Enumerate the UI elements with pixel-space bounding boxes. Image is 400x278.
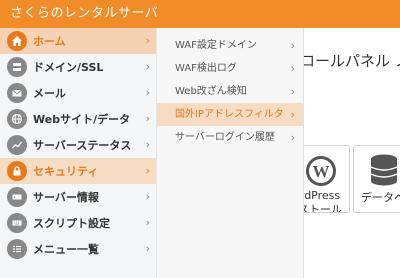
chevron-right-icon: ›: [290, 108, 295, 121]
wordpress-icon: W: [306, 156, 336, 186]
chevron-right-icon: ›: [145, 138, 150, 151]
tile-label-line1: データベ: [361, 191, 400, 204]
sidebar-item-domain-ssl[interactable]: ドメイン/SSL ›: [0, 54, 156, 80]
chevron-right-icon: ›: [145, 34, 150, 47]
submenu-item-waf-settings[interactable]: WAF設定ドメイン ›: [157, 34, 303, 57]
security-submenu: WAF設定ドメイン › WAF検出ログ › Web改ざん検知 › 国外IPアドレ…: [157, 28, 304, 278]
submenu-item-label: 国外IPアドレスフィルタ: [175, 109, 284, 120]
lock-icon: [7, 161, 27, 181]
sidebar-item-label: メニュー一覧: [33, 243, 99, 256]
submenu-item-login-history[interactable]: サーバーログイン履歴 ›: [157, 126, 303, 149]
submenu-item-foreign-ip-filter[interactable]: 国外IPアドレスフィルタ ›: [157, 103, 303, 126]
sidebar-item-home[interactable]: ホーム ›: [0, 28, 156, 54]
chevron-right-icon: ›: [145, 164, 150, 177]
sidebar: ホーム › ドメイン/SSL › メール › Webサイト/データ › サーバー…: [0, 28, 157, 278]
sidebar-item-label: ホーム: [33, 35, 66, 48]
submenu-item-web-tamper[interactable]: Web改ざん検知 ›: [157, 80, 303, 103]
globe-icon: [7, 109, 27, 129]
server-info-icon: [7, 187, 27, 207]
sidebar-item-mail[interactable]: メール ›: [0, 80, 156, 106]
sidebar-item-label: サーバーステータス: [33, 139, 132, 152]
chevron-right-icon: ›: [290, 39, 295, 52]
chevron-right-icon: ›: [145, 60, 150, 73]
sidebar-item-label: Webサイト/データ: [33, 113, 131, 126]
sidebar-item-label: サーバー情報: [33, 191, 99, 204]
sidebar-item-label: セキュリティ: [33, 165, 99, 178]
chevron-right-icon: ›: [145, 190, 150, 203]
mail-icon: [7, 83, 27, 103]
chevron-right-icon: ›: [290, 131, 295, 144]
chevron-right-icon: ›: [145, 86, 150, 99]
home-icon: [7, 31, 27, 51]
list-icon: [7, 239, 27, 259]
chart-icon: [7, 135, 27, 155]
sidebar-item-menu-list[interactable]: メニュー一覧 ›: [0, 236, 156, 262]
chevron-right-icon: ›: [145, 216, 150, 229]
sidebar-item-security[interactable]: セキュリティ ›: [0, 158, 156, 184]
submenu-item-label: WAF設定ドメイン: [175, 40, 257, 51]
sidebar-item-website-data[interactable]: Webサイト/データ ›: [0, 106, 156, 132]
database-tile[interactable]: データベ: [353, 145, 400, 213]
svg-text:W: W: [313, 162, 330, 181]
chevron-right-icon: ›: [145, 242, 150, 255]
sidebar-item-label: スクリプト設定: [33, 217, 110, 230]
submenu-item-label: WAF検出ログ: [175, 63, 237, 74]
chevron-right-icon: ›: [290, 85, 295, 98]
page-title: ロールパネル ノ: [300, 52, 400, 70]
top-header-bar: さくらのレンタルサーバ: [0, 0, 400, 28]
sidebar-item-label: ドメイン/SSL: [33, 61, 104, 74]
chevron-right-icon: ›: [145, 112, 150, 125]
submenu-item-label: サーバーログイン履歴: [175, 132, 275, 143]
submenu-item-label: Web改ざん検知: [175, 86, 247, 97]
chevron-right-icon: ›: [290, 62, 295, 75]
sidebar-item-server-status[interactable]: サーバーステータス ›: [0, 132, 156, 158]
sidebar-item-label: メール: [33, 87, 66, 100]
sidebar-item-server-info[interactable]: サーバー情報 ›: [0, 184, 156, 210]
submenu-item-waf-log[interactable]: WAF検出ログ ›: [157, 57, 303, 80]
server-icon: [7, 57, 27, 77]
database-icon: [370, 154, 398, 186]
keyboard-icon: [7, 213, 27, 233]
app-title: さくらのレンタルサーバ: [10, 6, 159, 21]
sidebar-item-script-settings[interactable]: スクリプト設定 ›: [0, 210, 156, 236]
